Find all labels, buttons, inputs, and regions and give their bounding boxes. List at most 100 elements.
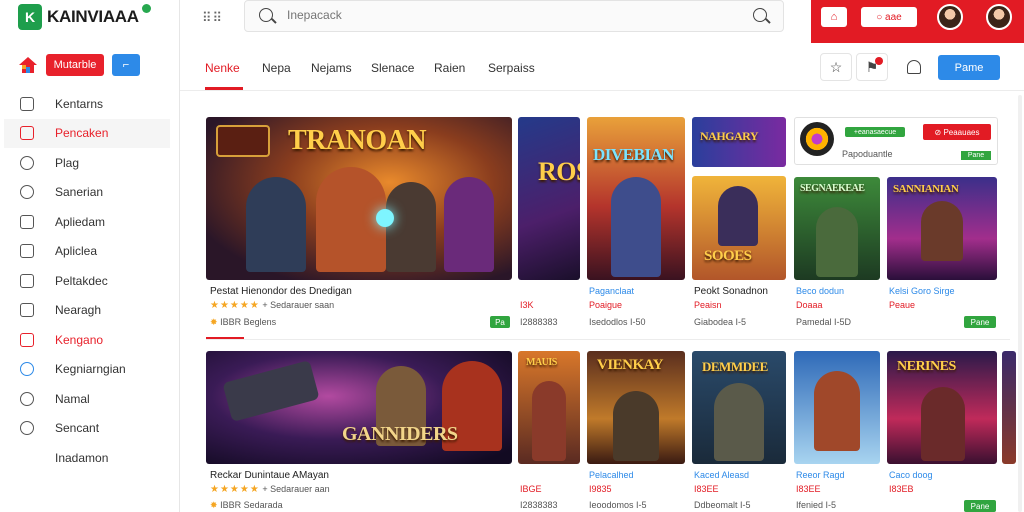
sidebar-item-inadamon[interactable]: Inadamon — [4, 443, 170, 473]
primary-action-button[interactable]: Pame — [938, 55, 1000, 80]
doc-icon — [20, 214, 34, 229]
tab-slenace[interactable]: Slenace — [371, 61, 414, 75]
game-title[interactable]: Pelacalhed — [589, 470, 634, 480]
promo-button[interactable]: ⊘ Peaauaes — [923, 124, 991, 140]
game-art-title: SEGNAEKEAE — [800, 183, 865, 194]
price-tag[interactable]: Pane — [964, 500, 996, 512]
game-art[interactable]: VIENKAY — [587, 351, 685, 464]
sidebar-item-plag[interactable]: Plag — [4, 148, 170, 178]
sidebar-item-peltakdec[interactable]: Peltakdec — [4, 266, 170, 296]
game-art[interactable]: NERINES — [887, 351, 997, 464]
featured-title[interactable]: Pestat Hienondor des Dnedigan — [210, 286, 352, 297]
app-window: K KAINVIAAA Mutarble ⌐ Kentarns Pencaken… — [0, 0, 1024, 512]
hero-figure-icon — [816, 207, 858, 277]
game-title[interactable]: Paganclaat — [589, 286, 634, 296]
sidebar-item-label: Inadamon — [55, 450, 109, 465]
flag-icon — [20, 155, 34, 170]
game-art[interactable]: MAUIS — [518, 351, 580, 464]
search-submit-icon[interactable] — [753, 8, 767, 22]
game-art[interactable]: DEMMDEE — [692, 351, 786, 464]
game-sub: Ifenied I-5 — [796, 500, 837, 510]
search-icon[interactable] — [259, 8, 273, 22]
home-button[interactable]: ⌂ — [821, 7, 847, 27]
game-art[interactable]: SOOES — [692, 176, 786, 280]
featured-sub: ✸ IBBR Sedarada — [210, 500, 283, 511]
sidebar-item-pencaken[interactable]: Pencaken — [4, 118, 170, 148]
game-art[interactable]: SEGNAEKEAE — [794, 177, 880, 280]
sidebar-actions: Mutarble ⌐ — [18, 54, 140, 76]
featured-art-title: GANNIDERS — [342, 423, 458, 445]
shield-icon — [20, 185, 34, 200]
price-tag[interactable]: Pane — [964, 316, 996, 328]
star-icon: ☆ — [829, 58, 843, 75]
game-price: I3K — [520, 300, 534, 310]
sidebar: K KAINVIAAA Mutarble ⌐ Kentarns Pencaken… — [0, 0, 180, 512]
game-art[interactable]: NAHGARY — [692, 117, 786, 167]
hero-figure-icon — [611, 177, 661, 277]
promo-label: +eanasaecue — [845, 127, 905, 137]
scrollbar[interactable] — [1018, 95, 1022, 512]
game-sub: Pamedal I-5D — [796, 317, 852, 327]
account-button[interactable]: ○ aae — [861, 7, 917, 27]
notifications-button[interactable]: ⚑ — [856, 53, 888, 81]
sidebar-item-apliclea[interactable]: Apliclea — [4, 237, 170, 267]
promo-card[interactable]: +eanasaecue ⊘ Peaauaes Papoduantle Pane — [794, 117, 998, 165]
bell-icon[interactable] — [907, 60, 921, 74]
hero-figure-icon — [532, 381, 566, 461]
tab-raien[interactable]: Raien — [434, 61, 465, 75]
game-art-title: MAUIS — [526, 357, 557, 368]
game-sub: I2888383 — [520, 317, 558, 327]
avatar-secondary[interactable] — [986, 4, 1012, 30]
game-meta: Peaisn — [694, 300, 722, 310]
promo-text: Papoduantle — [842, 149, 893, 159]
tab-nepa[interactable]: Nepa — [262, 61, 291, 75]
sidebar-item-kentarns[interactable]: Kentarns — [4, 89, 170, 119]
rating-stars: ★★★★★ — [210, 300, 260, 311]
sidebar-item-sencant[interactable]: Sencant — [4, 414, 170, 444]
game-title[interactable]: Kaced Aleasd — [694, 470, 749, 480]
featured-game-art[interactable]: TRANOAN — [206, 117, 512, 280]
game-sub: Ddbeomalt I-5 — [694, 500, 751, 510]
sidebar-item-kengano[interactable]: Kengano — [4, 325, 170, 355]
favorites-button[interactable]: ☆ — [820, 53, 852, 81]
game-title[interactable]: Caco doog — [889, 470, 933, 480]
sidebar-item-kegniarngian[interactable]: Kegniarngian — [4, 355, 170, 385]
hero-figure-icon — [714, 383, 764, 461]
apps-menu-icon[interactable]: ⠿⠿ — [202, 10, 223, 26]
game-title[interactable]: Kelsi Goro Sirge — [889, 286, 955, 296]
home-icon[interactable] — [18, 55, 38, 75]
game-art[interactable]: ROS — [518, 117, 580, 280]
game-art-partial[interactable] — [1002, 351, 1016, 464]
promo-tag: Pane — [961, 151, 991, 160]
game-title[interactable]: Reeor Ragd — [796, 470, 845, 480]
checkbox-icon — [20, 126, 34, 141]
hero-figure-icon — [921, 387, 965, 461]
avatar[interactable] — [937, 4, 963, 30]
game-art[interactable]: SANNIANIAN — [887, 177, 997, 280]
tab-serpaiss[interactable]: Serpaiss — [488, 61, 535, 75]
rating-stars: ★★★★★ — [210, 484, 260, 495]
sidebar-item-label: Sencant — [55, 421, 100, 436]
sidebar-item-label: Kentarns — [55, 96, 104, 111]
search-input[interactable] — [287, 8, 687, 22]
game-art[interactable] — [794, 351, 880, 464]
featured-game-art[interactable]: GANNIDERS — [206, 351, 512, 464]
game-art[interactable]: DIVEBIAN — [587, 117, 685, 280]
sidebar-primary-button[interactable]: Mutarble — [46, 54, 104, 76]
game-meta: I83EE — [694, 484, 719, 494]
sidebar-item-apliedam[interactable]: Apliedam — [4, 207, 170, 237]
sidebar-item-sanerian[interactable]: Sanerian — [4, 178, 170, 208]
hero-figure-icon — [444, 177, 494, 272]
brand-logo[interactable]: K KAINVIAAA — [18, 4, 139, 30]
tab-nenke[interactable]: Nenke — [205, 61, 240, 75]
game-title[interactable]: Peokt Sonadnon — [694, 286, 768, 297]
game-title[interactable]: Beco dodun — [796, 286, 844, 296]
magic-orb-icon — [376, 209, 394, 227]
price-tag[interactable]: Pa — [490, 316, 510, 328]
hero-figure-icon — [386, 182, 436, 272]
sidebar-secondary-button[interactable]: ⌐ — [112, 54, 140, 76]
featured-title[interactable]: Reckar Dunintaue AMayan — [210, 470, 329, 481]
tab-nejams[interactable]: Nejams — [311, 61, 352, 75]
sidebar-item-nearagh[interactable]: Nearagh — [4, 296, 170, 326]
sidebar-item-namal[interactable]: Namal — [4, 384, 170, 414]
